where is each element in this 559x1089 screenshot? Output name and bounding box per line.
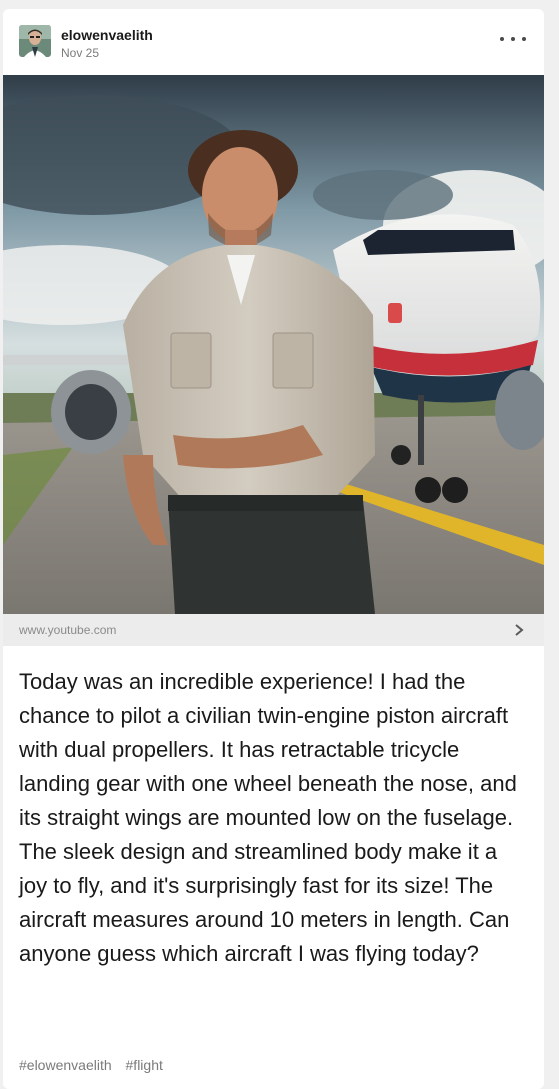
post-card: elowenvaelith Nov 25 www.youtube.com Tod… [3, 9, 544, 1089]
link-preview-bar[interactable]: www.youtube.com [3, 614, 544, 646]
post-date[interactable]: Nov 25 [61, 46, 99, 60]
post-photo[interactable] [3, 75, 544, 614]
post-body: Today was an incredible experience! I ha… [19, 669, 517, 966]
more-horizontal-icon [500, 37, 504, 41]
post-header: elowenvaelith Nov 25 [3, 9, 544, 75]
tag-elowenvaelith[interactable]: #elowenvaelith [19, 1057, 112, 1073]
chevron-right-icon [515, 624, 524, 636]
post-tags: #elowenvaelith #flight [19, 1057, 173, 1073]
username[interactable]: elowenvaelith [61, 27, 153, 43]
tag-flight[interactable]: #flight [126, 1057, 163, 1073]
avatar[interactable] [19, 25, 51, 57]
more-options-button[interactable] [500, 31, 526, 47]
link-url: www.youtube.com [19, 623, 117, 637]
